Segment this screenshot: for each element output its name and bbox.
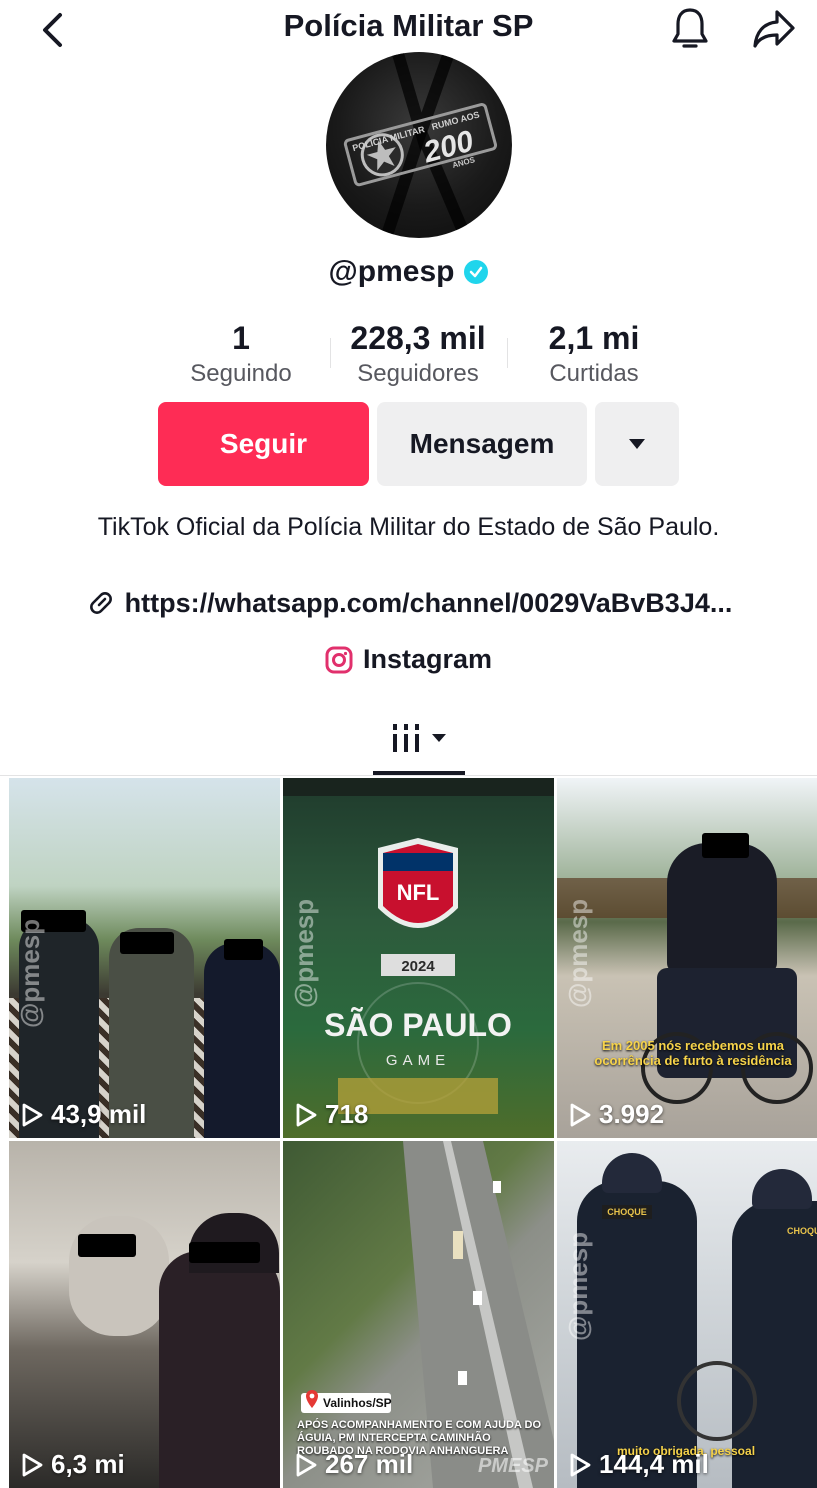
play-icon	[22, 1103, 43, 1126]
notification-button[interactable]	[666, 4, 714, 54]
video-caption: Em 2005 nós recebemos uma ocorrência de …	[594, 1038, 792, 1068]
follow-button[interactable]: Seguir	[158, 402, 369, 486]
redaction-bar	[120, 932, 174, 954]
bell-icon	[672, 8, 708, 48]
view-count-text: 43,9 mil	[51, 1099, 147, 1129]
grid-icon	[393, 724, 419, 752]
share-arrow-icon	[753, 10, 795, 48]
video-thumbnail[interactable]: Valinhos/SP APÓS ACOMPANHAMENTO E COM AJ…	[283, 1141, 554, 1488]
watermark: PMESP	[477, 1455, 548, 1477]
bio-link-text: https://whatsapp.com/channel/0029VaBvB3J…	[124, 587, 733, 618]
stat-followers[interactable]: 228,3 mil Seguidores	[340, 320, 496, 390]
redaction-bar	[702, 833, 749, 858]
caret-down-icon	[432, 734, 446, 742]
stat-following-value: 1	[232, 320, 250, 356]
watermark: @pmesp	[563, 1231, 593, 1341]
watermark: @pmesp	[289, 898, 319, 1008]
redaction-bar	[78, 1234, 136, 1257]
tab-videos[interactable]	[373, 718, 465, 758]
view-count: 718	[295, 1099, 368, 1130]
username: @pmesp	[328, 255, 455, 288]
redaction-bar	[224, 939, 263, 960]
uniform-badge: CHOQUE	[787, 1226, 817, 1236]
uniform-badge: CHOQUE	[602, 1205, 652, 1219]
view-count-text: 3.992	[599, 1099, 665, 1129]
username-row: @pmesp	[0, 255, 817, 289]
stat-likes-label: Curtidas	[549, 360, 639, 387]
stat-followers-value: 228,3 mil	[350, 320, 486, 356]
view-count: 43,9 mil	[21, 1099, 146, 1130]
stat-following-label: Seguindo	[190, 360, 292, 387]
more-options-button[interactable]	[595, 402, 679, 486]
stat-likes[interactable]: 2,1 mi Curtidas	[530, 320, 658, 390]
watermark: @pmesp	[563, 898, 593, 1008]
view-count: 267 mil	[295, 1449, 413, 1480]
stat-following[interactable]: 1 Seguindo	[180, 320, 302, 390]
redaction-bar	[189, 1242, 260, 1263]
bio-text: TikTok Oficial da Polícia Militar do Est…	[97, 513, 720, 541]
stat-likes-value: 2,1 mi	[548, 320, 640, 356]
location-pin-icon	[306, 1390, 318, 1408]
view-count: 144,4 mil	[569, 1449, 709, 1480]
bio-link[interactable]: https://whatsapp.com/channel/0029VaBvB3J…	[0, 587, 817, 619]
caret-down-icon	[629, 439, 645, 449]
pm-200-anos-logo-icon: POLÍCIA MILITAR RUMO AOS 200 ANOS	[343, 52, 498, 238]
play-icon	[570, 1453, 591, 1476]
message-button[interactable]: Mensagem	[377, 402, 587, 486]
view-count: 3.992	[569, 1099, 664, 1130]
share-button[interactable]	[748, 4, 800, 54]
video-thumbnail[interactable]: NFL 2024 SÃO PAULO GAME @pmesp 718	[283, 778, 554, 1138]
nfl-year-text: 2024	[401, 958, 435, 975]
nfl-city-text: SÃO PAULO	[324, 1007, 512, 1043]
stat-followers-label: Seguidores	[357, 360, 479, 387]
video-thumbnail[interactable]: CHOQUE CHOQUE muito obrigada, pessoal @p…	[557, 1141, 817, 1488]
instagram-link[interactable]: Instagram	[0, 644, 817, 675]
link-icon	[89, 592, 112, 614]
instagram-label: Instagram	[362, 644, 493, 674]
video-thumbnail[interactable]: 6,3 mi	[9, 1141, 280, 1488]
view-count-text: 718	[325, 1099, 369, 1129]
play-icon	[22, 1453, 43, 1476]
nfl-badge-text: NFL	[397, 880, 440, 905]
verified-badge-icon	[464, 260, 489, 284]
location-text: Valinhos/SP	[323, 1396, 392, 1410]
play-icon	[570, 1103, 591, 1126]
video-thumbnail[interactable]: Em 2005 nós recebemos uma ocorrência de …	[557, 778, 817, 1138]
play-icon	[296, 1453, 317, 1476]
nfl-sub-text: GAME	[386, 1052, 450, 1069]
instagram-icon	[325, 646, 353, 673]
video-thumbnail[interactable]: @pmesp 43,9 mil	[9, 778, 280, 1138]
view-count-text: 6,3 mi	[51, 1449, 125, 1479]
avatar[interactable]: POLÍCIA MILITAR RUMO AOS 200 ANOS	[326, 52, 512, 238]
view-count-text: 144,4 mil	[599, 1449, 709, 1479]
view-count: 6,3 mi	[21, 1449, 125, 1480]
stat-divider	[507, 338, 508, 368]
view-count-text: 267 mil	[325, 1449, 414, 1479]
play-icon	[296, 1103, 317, 1126]
watermark: @pmesp	[15, 918, 45, 1028]
tab-divider	[0, 775, 817, 776]
stat-divider	[330, 338, 331, 368]
